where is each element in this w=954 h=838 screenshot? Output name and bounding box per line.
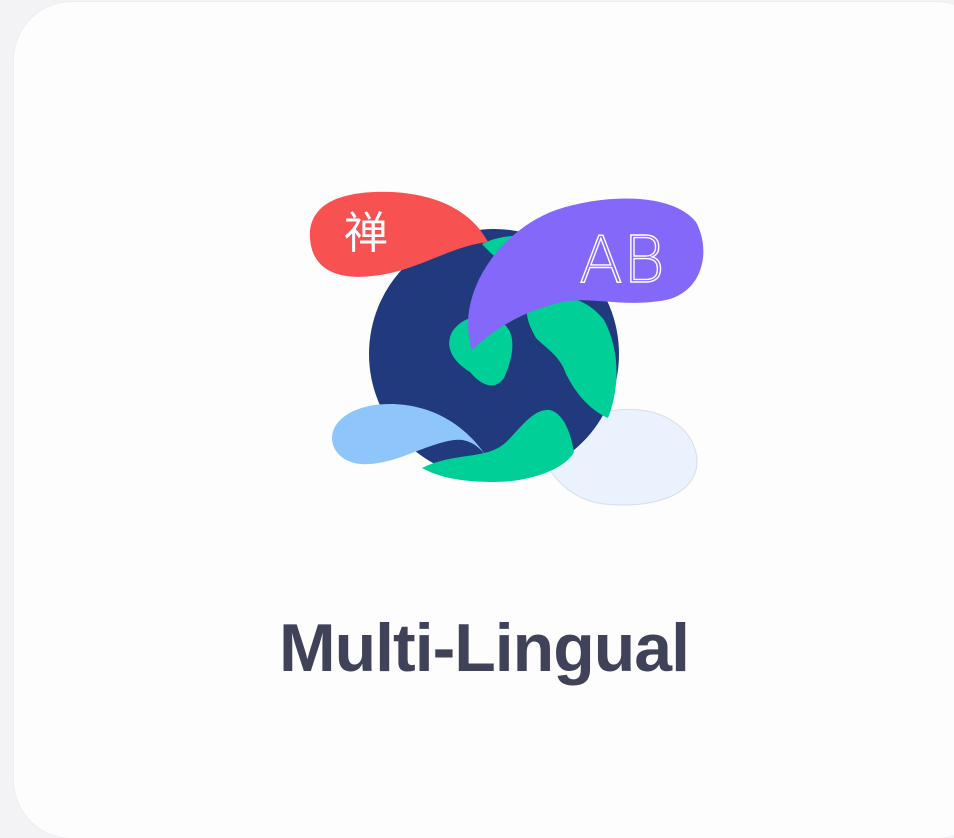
feature-card: 禅 AB Multi-Lingual xyxy=(14,2,954,838)
red-bubble-glyph: 禅 xyxy=(344,208,388,259)
multilingual-globe-icon: 禅 AB xyxy=(309,191,704,506)
card-title-text: Multi-Lingual xyxy=(278,610,690,686)
card-title: Multi-Lingual xyxy=(14,600,954,696)
purple-bubble-glyph: AB xyxy=(579,224,665,298)
multilingual-illustration: 禅 AB xyxy=(304,182,714,512)
